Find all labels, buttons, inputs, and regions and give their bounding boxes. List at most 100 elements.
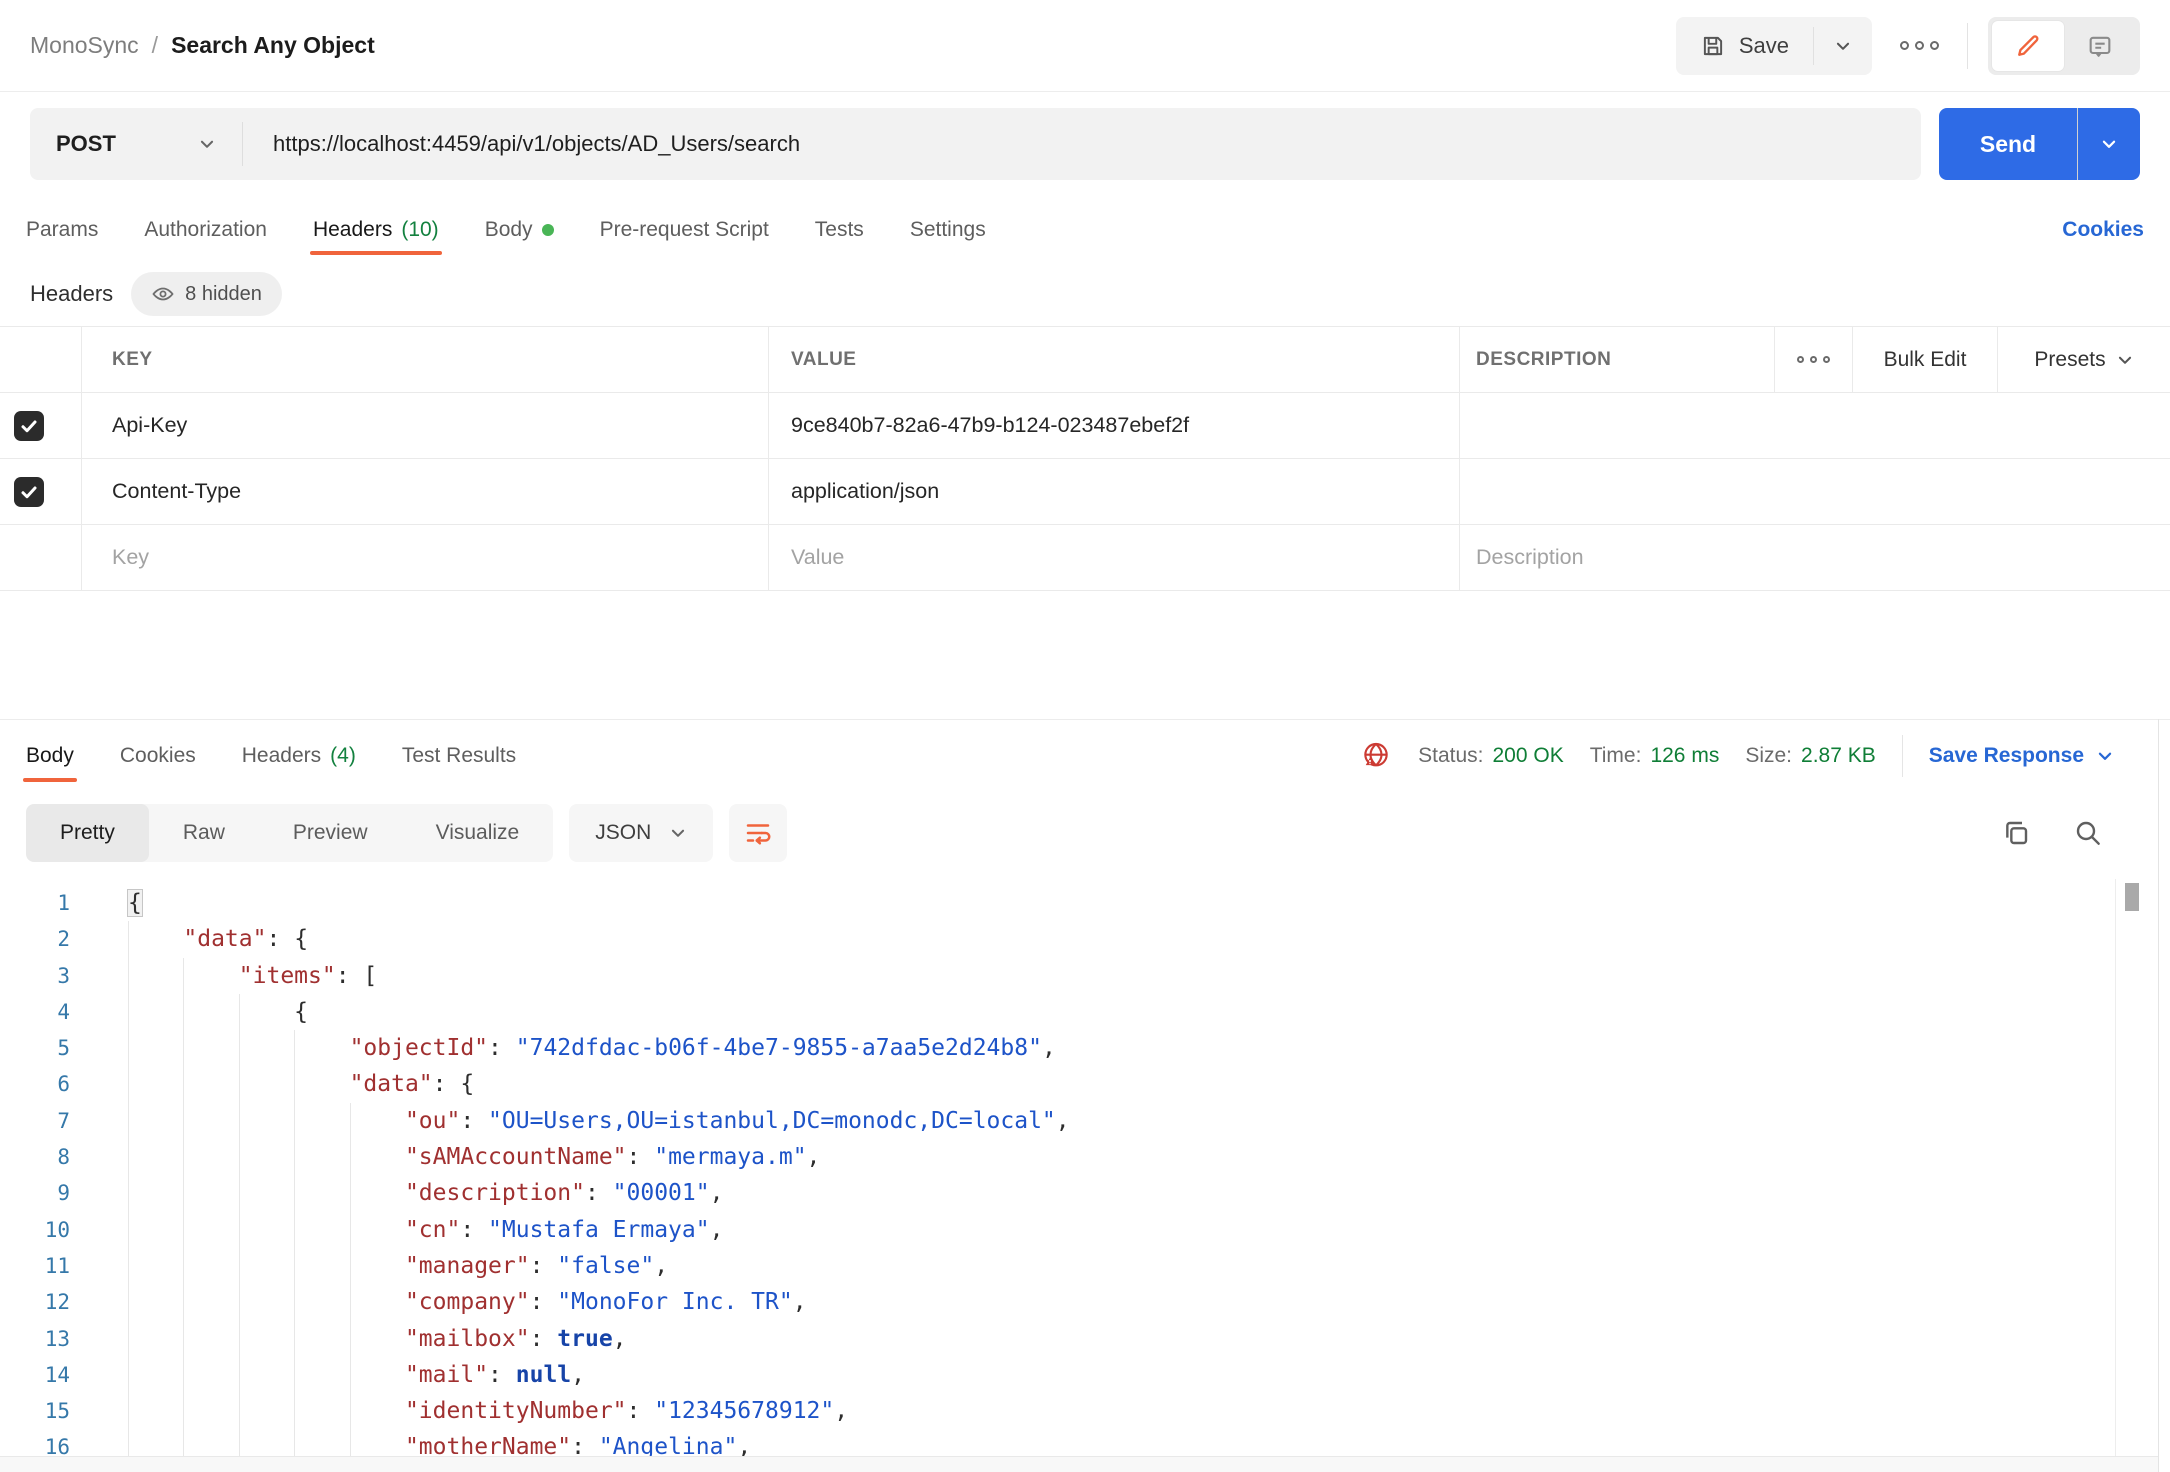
value-column-header: VALUE [769, 327, 1460, 392]
view-mode-preview[interactable]: Preview [259, 804, 402, 862]
cookies-link[interactable]: Cookies [2062, 198, 2144, 262]
response-tab-test-results[interactable]: Test Results [402, 720, 516, 791]
breadcrumb: MonoSync / Search Any Object [30, 32, 375, 59]
line-number[interactable]: 8 [0, 1139, 70, 1175]
size-label: Size: [1745, 744, 1792, 768]
tab-label: Pre-request Script [600, 218, 769, 242]
header-key[interactable]: Content-Type [82, 459, 769, 524]
request-tab-settings[interactable]: Settings [910, 198, 986, 262]
response-tab-cookies[interactable]: Cookies [120, 720, 196, 791]
header-value[interactable]: application/json [769, 459, 1460, 524]
presets-dropdown[interactable]: Presets [1998, 327, 2170, 392]
request-tab-pre-request-script[interactable]: Pre-request Script [600, 198, 769, 262]
code-line: 15"identityNumber": "12345678912", [0, 1393, 2170, 1429]
save-button[interactable]: Save [1676, 17, 1813, 75]
header-value[interactable]: 9ce840b7-82a6-47b9-b124-023487ebef2f [769, 393, 1460, 458]
value-placeholder[interactable]: Value [769, 525, 1460, 590]
code-text: "objectId": "742dfdac-b06f-4be7-9855-a7a… [128, 1030, 1056, 1066]
send-options-button[interactable] [2078, 108, 2140, 180]
line-number[interactable]: 2 [0, 921, 70, 957]
method-select[interactable]: POST [30, 131, 242, 157]
breadcrumb-separator: / [152, 32, 158, 59]
divider [1902, 735, 1903, 777]
eye-icon [151, 282, 175, 306]
search-button[interactable] [2072, 817, 2104, 849]
header-description[interactable] [1460, 459, 2170, 524]
format-select[interactable]: JSON [569, 804, 713, 862]
response-tab-headers[interactable]: Headers(4) [242, 720, 356, 791]
time-value: 126 ms [1650, 744, 1719, 768]
line-number[interactable]: 11 [0, 1248, 70, 1284]
code-text: "items": [ [128, 958, 377, 994]
line-number[interactable]: 4 [0, 994, 70, 1030]
comments-button[interactable] [2064, 21, 2136, 71]
code-scrollbar-thumb[interactable] [2125, 883, 2139, 911]
request-tab-body[interactable]: Body [485, 198, 554, 262]
line-number[interactable]: 12 [0, 1284, 70, 1320]
send-button[interactable]: Send [1939, 108, 2077, 180]
more-options-icon[interactable] [1892, 41, 1947, 50]
view-mode-visualize[interactable]: Visualize [402, 804, 554, 862]
send-button-group: Send [1939, 108, 2140, 180]
edit-pencil-icon [2014, 32, 2042, 60]
response-body-code[interactable]: 1{2"data": {3"items": [4{5"objectId": "7… [0, 875, 2170, 1456]
code-line: 2"data": { [0, 921, 2170, 957]
line-number[interactable]: 5 [0, 1030, 70, 1066]
header-description[interactable] [1460, 393, 2170, 458]
response-tab-body[interactable]: Body [26, 720, 74, 791]
request-tab-headers[interactable]: Headers(10) [313, 198, 439, 262]
code-text: "cn": "Mustafa Ermaya", [128, 1212, 723, 1248]
breadcrumb-collection[interactable]: MonoSync [30, 32, 139, 59]
check-icon [19, 482, 39, 502]
request-tab-tests[interactable]: Tests [815, 198, 864, 262]
table-more-actions[interactable] [1775, 327, 1853, 392]
request-tab-params[interactable]: Params [26, 198, 98, 262]
hidden-headers-badge[interactable]: 8 hidden [131, 272, 282, 316]
line-number[interactable]: 6 [0, 1066, 70, 1102]
view-mode-raw[interactable]: Raw [149, 804, 259, 862]
line-number[interactable]: 14 [0, 1357, 70, 1393]
tab-label: Settings [910, 218, 986, 242]
chevron-down-icon [669, 824, 687, 842]
wrap-lines-button[interactable] [729, 804, 787, 862]
response-viewer-toolbar: Pretty Raw Preview Visualize JSON [0, 791, 2170, 875]
line-number[interactable]: 13 [0, 1321, 70, 1357]
line-number[interactable]: 15 [0, 1393, 70, 1429]
save-icon [1700, 33, 1726, 59]
top-header: MonoSync / Search Any Object Save [0, 0, 2170, 92]
row-checkbox[interactable] [14, 411, 44, 441]
headers-section-header: Headers 8 hidden [0, 262, 2170, 326]
description-placeholder[interactable]: Description [1460, 525, 2170, 590]
bulk-edit-button[interactable]: Bulk Edit [1853, 327, 1998, 392]
chevron-down-icon [2096, 747, 2114, 765]
size-badge[interactable]: Size: 2.87 KB [1745, 744, 1875, 768]
line-number[interactable]: 16 [0, 1429, 70, 1456]
line-number[interactable]: 9 [0, 1175, 70, 1211]
network-warning-icon[interactable] [1360, 740, 1392, 772]
line-number[interactable]: 3 [0, 958, 70, 994]
line-number[interactable]: 1 [0, 885, 70, 921]
line-number[interactable]: 10 [0, 1212, 70, 1248]
save-response-label: Save Response [1929, 744, 2084, 768]
status-value: 200 OK [1493, 744, 1564, 768]
view-mode-pretty[interactable]: Pretty [26, 804, 149, 862]
wrap-lines-icon [743, 818, 773, 848]
status-badge[interactable]: Status: 200 OK [1418, 744, 1564, 768]
edit-pencil-button[interactable] [1992, 21, 2064, 71]
line-number[interactable]: 7 [0, 1103, 70, 1139]
request-tab-authorization[interactable]: Authorization [144, 198, 267, 262]
url-input[interactable] [243, 131, 1921, 157]
method-label: POST [56, 131, 116, 157]
copy-button[interactable] [2000, 817, 2032, 849]
save-options-button[interactable] [1814, 17, 1872, 75]
row-checkbox[interactable] [14, 477, 44, 507]
time-badge[interactable]: Time: 126 ms [1590, 744, 1720, 768]
tab-label: Headers [242, 744, 321, 768]
row-checkbox-cell [0, 525, 82, 590]
key-placeholder[interactable]: Key [82, 525, 769, 590]
more-actions-icon [1789, 356, 1838, 363]
code-line: 8"sAMAccountName": "mermaya.m", [0, 1139, 2170, 1175]
horizontal-scrollbar[interactable] [0, 1456, 2158, 1472]
header-key[interactable]: Api-Key [82, 393, 769, 458]
save-response-button[interactable]: Save Response [1929, 744, 2114, 768]
